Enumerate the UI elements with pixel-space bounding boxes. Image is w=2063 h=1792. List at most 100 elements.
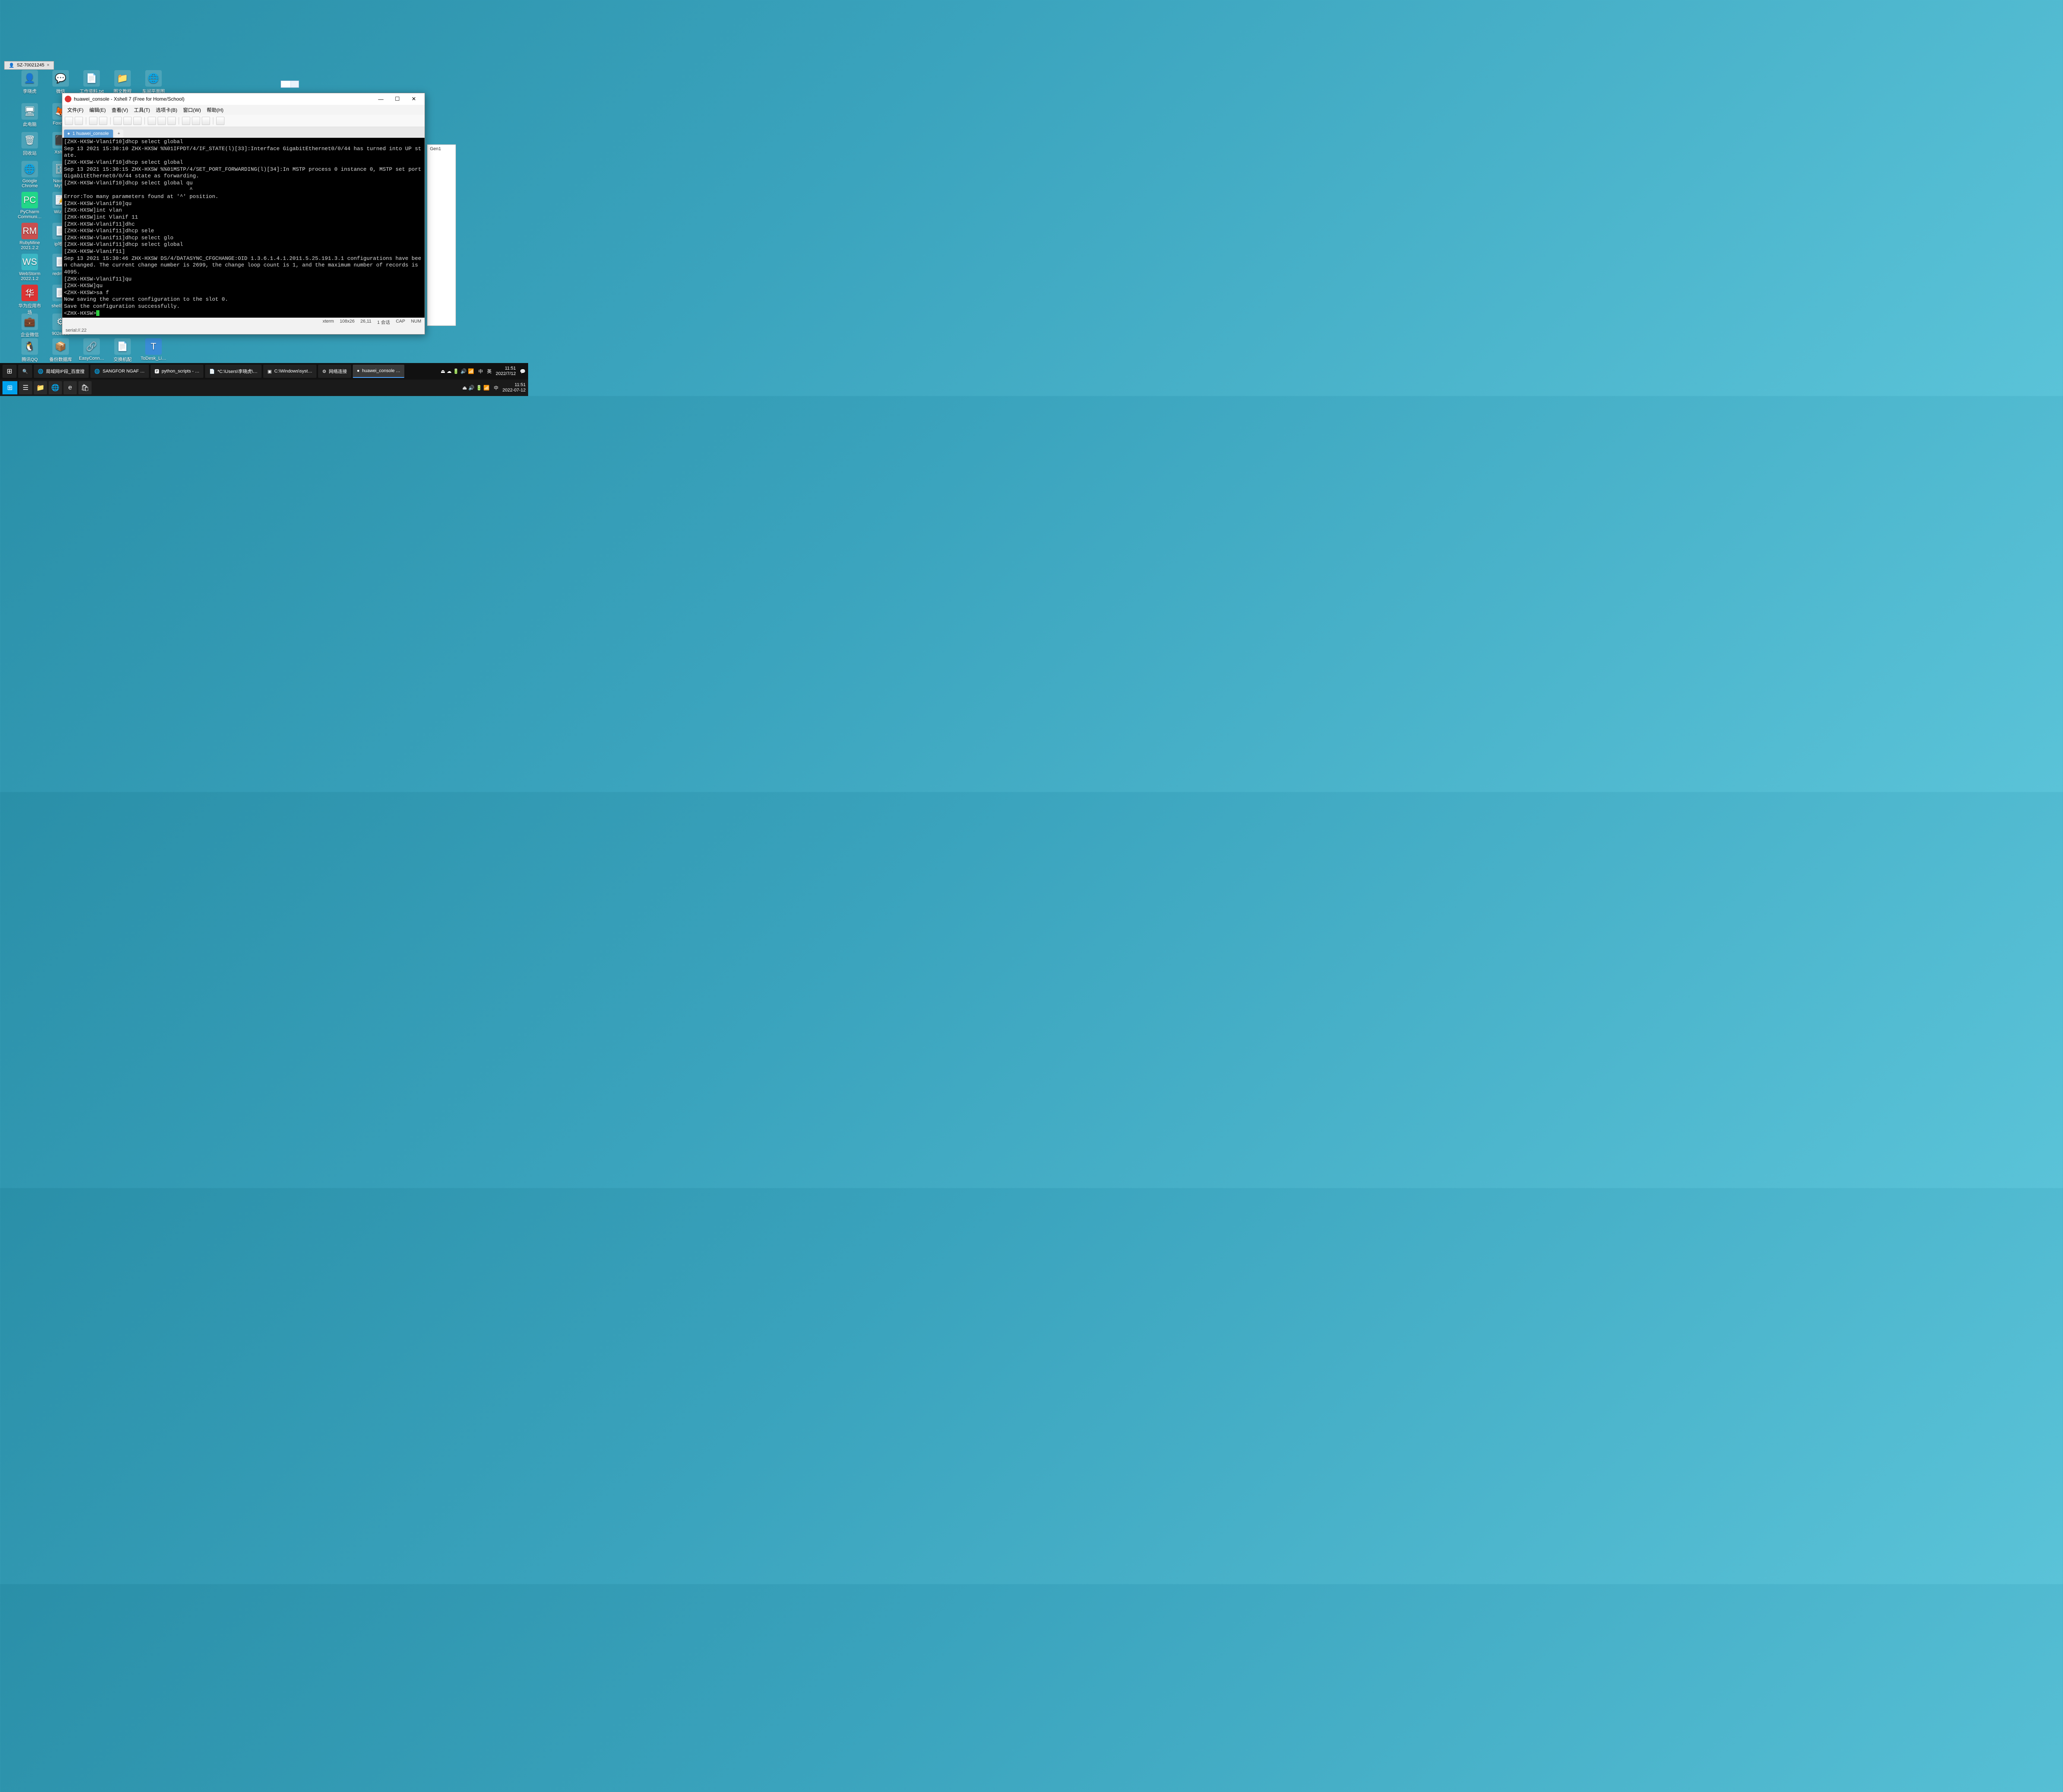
taskbar-item[interactable]: 📄*C:\Users\李晓虎\… (205, 365, 262, 378)
desktop-icon-huawei-store[interactable]: 华华为应用市场 (17, 285, 43, 316)
maximize-button[interactable]: ☐ (389, 93, 406, 105)
desktop-icon-webstorm[interactable]: WSWebStorm 2022.1.2 (17, 254, 43, 281)
session-tabs: ● 1 huawei_console + (62, 127, 425, 138)
desktop-icon-work-txt[interactable]: 📄工作资料.txt (78, 70, 105, 94)
start-button[interactable]: ⊞ (2, 365, 17, 378)
huawei-icon: 华 (21, 285, 38, 301)
new-session-button[interactable] (65, 117, 73, 125)
app-icon: 📄 (209, 369, 215, 374)
explorer-button[interactable]: 📁 (34, 381, 47, 394)
menu-tools[interactable]: 工具(T) (131, 106, 152, 114)
app-icon: ● (357, 368, 360, 373)
fullscreen-button[interactable] (182, 117, 190, 125)
system-tray-host[interactable]: ⏏ 🔊 🔋 📶 中 11:51 2022-07-12 (463, 382, 526, 393)
menu-edit[interactable]: 编辑(E) (87, 106, 108, 114)
menu-view[interactable]: 查看(V) (109, 106, 130, 114)
taskbar-item[interactable]: 🌐局域网IP段_百度搜 (34, 365, 89, 378)
close-button[interactable]: ✕ (406, 93, 422, 105)
app-icon: 🌐 (38, 369, 44, 374)
paste-button[interactable] (133, 117, 142, 125)
new-tab-button[interactable]: + (114, 130, 123, 138)
desktop-icon-wecom[interactable]: 💼企业微信 (17, 314, 43, 338)
close-icon[interactable]: × (47, 63, 49, 68)
desktop-icon-tutorial[interactable]: 📁图文教程 (109, 70, 136, 94)
copy-button[interactable] (123, 117, 132, 125)
ime-indicator[interactable]: 中 (478, 368, 483, 375)
properties-button[interactable] (113, 117, 122, 125)
app-icon: 🌐 (94, 369, 100, 374)
status-cap: CAP (396, 319, 405, 325)
session-tab-active[interactable]: ● 1 huawei_console (64, 130, 113, 138)
system-tray[interactable]: ⏏ ☁ 🔋 🔊 📶 中 英 11:51 2022/7/12 💬 (441, 366, 526, 377)
desktop-icon-todesk[interactable]: TToDesk_Li… (140, 338, 167, 361)
remote-mini-toolbar[interactable] (281, 80, 299, 88)
disconnect-button[interactable] (99, 117, 107, 125)
desktop-icon-easyconnect[interactable]: 🔗EasyConn… (78, 338, 105, 361)
desktop-icon-chrome[interactable]: 🌐Google Chrome (17, 161, 43, 189)
taskbar-host: ⊞ ☰ 📁 🌐 e 🛍 ⏏ 🔊 🔋 📶 中 11:51 2022-07-12 (0, 380, 528, 396)
start-button-host[interactable]: ⊞ (2, 381, 17, 394)
tray-icons[interactable]: ⏏ ☁ 🔋 🔊 📶 (441, 368, 474, 374)
clock[interactable]: 11:51 2022/7/12 (496, 366, 516, 377)
clock-host[interactable]: 11:51 2022-07-12 (503, 382, 526, 393)
status-size: 108x26 (340, 319, 354, 325)
taskbar-item[interactable]: ●huawei_console … (353, 365, 405, 378)
menu-help[interactable]: 帮助(H) (204, 106, 226, 114)
taskbar-item-label: huawei_console … (362, 368, 401, 373)
desktop-icon-pycharm[interactable]: PCPyCharm Communi… (17, 192, 43, 219)
desktop-icon-qq[interactable]: 🐧腾讯QQ (17, 338, 43, 363)
browser-button[interactable]: 🌐 (49, 381, 62, 394)
text-file-icon: 📄 (83, 70, 100, 87)
taskbar-item-label: python_scripts - … (162, 369, 200, 374)
chevron-down-icon[interactable] (290, 81, 299, 87)
terminal-output[interactable]: [ZHX-HXSW-Vlanif10]dhcp select global Se… (62, 138, 425, 318)
tray-icons-host[interactable]: ⏏ 🔊 🔋 📶 (463, 385, 490, 391)
ime-indicator-host[interactable]: 中 (494, 384, 498, 391)
app-icon: ⚙ (322, 369, 326, 374)
taskbar-item[interactable]: ▣C:\Windows\syst… (263, 365, 316, 378)
menu-window[interactable]: 窗口(W) (181, 106, 203, 114)
reconnect-button[interactable] (89, 117, 97, 125)
notifications-icon[interactable]: 💬 (520, 369, 526, 374)
taskbar-remote: ⊞🔍🌐局域网IP段_百度搜🌐SANGFOR NGAF …🅿python_scri… (0, 363, 528, 380)
desktop-icon-recycle[interactable]: 🗑回收站 (17, 132, 43, 156)
remote-session-tab[interactable]: 👤 SZ-70021245 × (4, 61, 54, 70)
open-button[interactable] (75, 117, 83, 125)
desktop-icon-rubymine[interactable]: RMRubyMine 2021.2.2 (17, 223, 43, 250)
store-button[interactable]: 🛍 (78, 381, 92, 394)
find-button[interactable] (148, 117, 156, 125)
color-button[interactable] (158, 117, 166, 125)
status-bar: xterm 108x26 26,11 1 会话 CAP NUM (62, 318, 425, 327)
tile-button[interactable] (192, 117, 200, 125)
recycle-icon: 🗑 (21, 132, 38, 149)
rubymine-icon: RM (21, 223, 38, 239)
status-sessions: 1 会话 (377, 319, 390, 325)
taskbar-item[interactable]: 🌐SANGFOR NGAF … (90, 365, 149, 378)
taskbar-item-label: 局域网IP段_百度搜 (46, 368, 85, 375)
desktop-icon-this-pc[interactable]: 🖥此电脑 (17, 103, 43, 127)
cascade-button[interactable] (202, 117, 210, 125)
lang-indicator[interactable]: 英 (487, 368, 491, 375)
taskbar-item-label: 网络连接 (329, 368, 347, 375)
archive-icon: 📦 (52, 338, 69, 355)
menu-file[interactable]: 文件(F) (65, 106, 86, 114)
desktop-icon-user[interactable]: 👤李晓虎 (17, 70, 43, 94)
taskbar-item[interactable]: 🅿python_scripts - … (151, 365, 204, 378)
taskbar-item[interactable]: 🔍 (18, 365, 32, 378)
taskview-button[interactable]: ☰ (19, 381, 32, 394)
menu-tab[interactable]: 选项卡(B) (153, 106, 180, 114)
desktop-icon-chrome-shortcut[interactable]: 🌐车间平面图 (140, 70, 167, 94)
help-toolbar-button[interactable] (216, 117, 224, 125)
desktop-icon-wechat[interactable]: 💬微信 (47, 70, 74, 94)
taskbar-item-label: *C:\Users\李晓虎\… (217, 368, 257, 375)
title-bar[interactable]: huawei_console - Xshell 7 (Free for Home… (62, 93, 425, 105)
minimize-button[interactable]: — (373, 93, 389, 105)
app-icon: 🅿 (155, 368, 159, 375)
toolbar (62, 115, 425, 127)
taskbar-item[interactable]: ⚙网络连接 (318, 365, 351, 378)
status-cursor-pos: 26,11 (360, 319, 371, 325)
explorer-window-peek[interactable]: Gen1 (427, 144, 456, 326)
edge-button[interactable]: e (64, 381, 77, 394)
explorer-item[interactable]: Gen1 (427, 145, 456, 153)
font-button[interactable] (168, 117, 176, 125)
